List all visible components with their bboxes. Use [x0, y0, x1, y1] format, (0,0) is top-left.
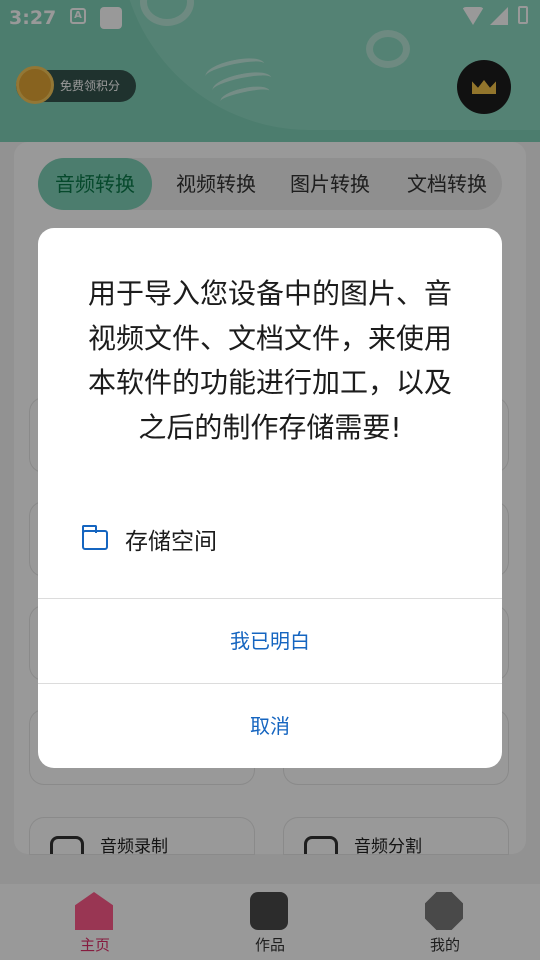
permission-dialog: 用于导入您设备中的图片、音视频文件、文档文件，来使用本软件的功能进行加工，以及之…	[38, 228, 502, 768]
confirm-button[interactable]: 我已明白	[38, 599, 502, 683]
dialog-message: 用于导入您设备中的图片、音视频文件、文档文件，来使用本软件的功能进行加工，以及之…	[87, 277, 452, 444]
folder-icon	[81, 525, 108, 550]
cancel-button[interactable]: 取消	[38, 684, 502, 768]
permission-label: 存储空间	[125, 529, 217, 555]
